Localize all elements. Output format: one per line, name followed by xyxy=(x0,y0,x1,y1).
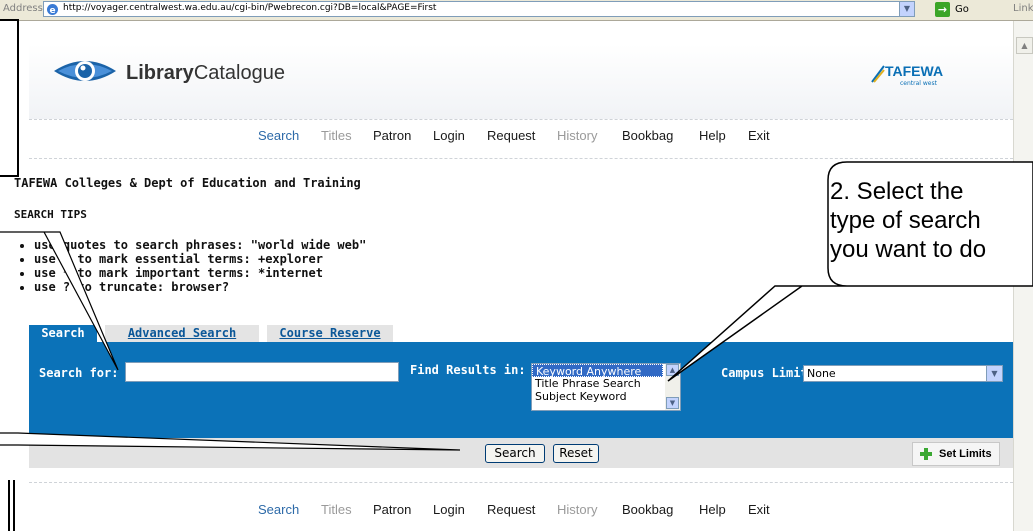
campus-limit-value: None xyxy=(807,367,836,380)
bottom-nav-patron[interactable]: Patron xyxy=(373,502,411,517)
nav-patron[interactable]: Patron xyxy=(373,128,411,143)
chevron-down-icon[interactable]: ▼ xyxy=(986,366,1002,381)
library-catalogue-logo[interactable]: LibraryCatalogue xyxy=(126,62,285,85)
nav-login[interactable]: Login xyxy=(433,128,465,143)
go-arrow-icon[interactable]: → xyxy=(935,2,950,17)
header-divider xyxy=(29,119,1013,120)
bottom-nav-bookbag[interactable]: Bookbag xyxy=(622,502,673,517)
search-for-label: Search for: xyxy=(39,366,119,380)
page-scrollbar[interactable]: ▲ xyxy=(1013,21,1033,531)
set-limits-button[interactable]: Set Limits xyxy=(912,442,1000,466)
nav-history: History xyxy=(557,128,598,143)
tab-search[interactable]: Search xyxy=(29,325,97,342)
bottom-nav-exit[interactable]: Exit xyxy=(748,502,770,517)
callout-line-1: 2. Select the xyxy=(830,178,964,205)
nav-exit[interactable]: Exit xyxy=(748,128,770,143)
url-field[interactable]: e http://voyager.centralwest.wa.edu.au/c… xyxy=(43,1,915,17)
plus-icon xyxy=(920,448,932,460)
bottom-nav-titles: Titles xyxy=(321,502,352,517)
search-button[interactable]: Search xyxy=(485,444,545,463)
listbox-option-title-phrase[interactable]: Title Phrase Search xyxy=(532,377,680,390)
listbox-option-subject-keyword[interactable]: Subject Keyword xyxy=(532,390,680,403)
nav-bookbag[interactable]: Bookbag xyxy=(622,128,673,143)
scroll-up-icon[interactable]: ▲ xyxy=(1016,37,1033,54)
listbox-option-keyword-anywhere[interactable]: Keyword Anywhere xyxy=(532,364,663,378)
bottom-nav-help[interactable]: Help xyxy=(699,502,726,517)
bottom-nav-login[interactable]: Login xyxy=(433,502,465,517)
address-bar: Address e http://voyager.centralwest.wa.… xyxy=(0,0,1033,21)
search-input[interactable] xyxy=(125,362,399,382)
listbox-down-icon[interactable]: ▼ xyxy=(666,397,679,409)
bottom-nav-search[interactable]: Search xyxy=(258,502,299,517)
links-label[interactable]: Links xyxy=(1013,3,1033,14)
footer-divider xyxy=(29,482,1013,483)
tip-item: use quotes to search phrases: "world wid… xyxy=(34,238,366,252)
nav-divider xyxy=(29,158,1013,159)
search-tips-list: use quotes to search phrases: "world wid… xyxy=(20,238,366,294)
listbox-up-icon[interactable]: ▲ xyxy=(666,364,679,376)
left-callout-box xyxy=(0,19,19,177)
eye-logo-icon xyxy=(54,61,116,81)
go-button[interactable]: Go xyxy=(955,4,969,15)
tip-item: use ? to truncate: browser? xyxy=(34,280,366,294)
find-results-listbox[interactable]: Keyword Anywhere Title Phrase Search Sub… xyxy=(531,363,681,411)
search-panel: Search for: Find Results in: Campus Limi… xyxy=(29,342,1013,438)
ie-page-icon: e xyxy=(47,4,58,16)
tafewa-logo[interactable]: TAFEWA xyxy=(885,63,943,79)
address-label: Address xyxy=(3,3,43,14)
nav-request[interactable]: Request xyxy=(487,128,535,143)
bottom-nav-request[interactable]: Request xyxy=(487,502,535,517)
svg-text:e: e xyxy=(50,6,56,16)
tab-course-reserve[interactable]: Course Reserve xyxy=(267,325,393,342)
org-name: TAFEWA Colleges & Dept of Education and … xyxy=(14,176,361,190)
callout-line-3: you want to do xyxy=(830,236,987,263)
reset-button[interactable]: Reset xyxy=(553,444,599,463)
search-tips-heading: SEARCH TIPS xyxy=(14,208,87,221)
logo-regular: Catalogue xyxy=(193,62,285,84)
logo-bold: Library xyxy=(126,62,194,84)
campus-limit-label: Campus Limit: xyxy=(721,366,815,380)
set-limits-label: Set Limits xyxy=(939,448,992,460)
listbox-scrollbar[interactable]: ▲ ▼ xyxy=(665,364,680,410)
bottom-nav-history: History xyxy=(557,502,598,517)
url-dropdown-icon[interactable]: ▼ xyxy=(899,2,914,16)
nav-help[interactable]: Help xyxy=(699,128,726,143)
tip-item: use + to mark essential terms: +explorer xyxy=(34,252,366,266)
tip-item: use * to mark important terms: *internet xyxy=(34,266,366,280)
nav-search[interactable]: Search xyxy=(258,128,299,143)
bottom-nav: Search Titles Patron Login Request Histo… xyxy=(0,502,1013,520)
top-nav: Search Titles Patron Login Request Histo… xyxy=(0,128,1013,146)
tafewa-subtitle: central west xyxy=(900,80,937,87)
url-text: http://voyager.centralwest.wa.edu.au/cgi… xyxy=(63,3,437,13)
callout-line-2: type of search xyxy=(830,207,981,234)
callout-text: 2. Select the type of search you want to… xyxy=(830,177,986,264)
tafewa-mark-icon xyxy=(871,65,885,83)
nav-titles: Titles xyxy=(321,128,352,143)
campus-limit-select[interactable]: None ▼ xyxy=(803,365,1003,382)
tab-advanced-search[interactable]: Advanced Search xyxy=(105,325,259,342)
find-results-label: Find Results in: xyxy=(410,363,526,377)
